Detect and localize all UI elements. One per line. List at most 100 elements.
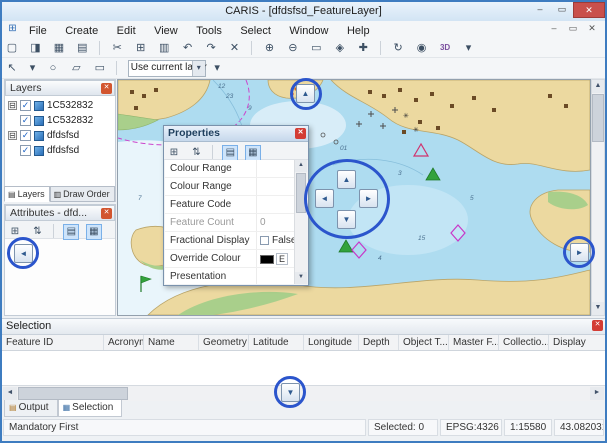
tab-layers[interactable]: ▤Layers xyxy=(4,186,50,202)
menu-window[interactable]: Window xyxy=(282,23,335,39)
property-row[interactable]: Feature Count 0 xyxy=(165,214,295,232)
zoom-in-icon[interactable]: ⊕ xyxy=(260,39,278,57)
properties-close-icon[interactable]: ✕ xyxy=(295,128,306,139)
view-extended-icon[interactable]: ▦ xyxy=(86,224,102,240)
open-icon[interactable]: ◨ xyxy=(26,39,44,57)
scroll-up-icon[interactable]: ▲ xyxy=(295,160,307,172)
sort-alpha-icon[interactable]: ⇅ xyxy=(29,224,45,240)
redo-icon[interactable]: ↷ xyxy=(202,39,220,57)
pan-icon[interactable]: ✚ xyxy=(354,39,372,57)
colour-swatch[interactable] xyxy=(260,255,274,264)
menu-view[interactable]: View xyxy=(147,23,185,39)
scroll-down-icon[interactable]: ▼ xyxy=(592,302,604,315)
title-bar[interactable]: CARIS - [dfdsfsd_FeatureLayer] – ▭ ✕ xyxy=(2,2,605,21)
layer-tree-row[interactable]: ✓ 1C532832 xyxy=(5,113,115,128)
layer-tree-row[interactable]: ✓ dfdsfsd xyxy=(5,143,115,158)
tab-output[interactable]: ▤Output xyxy=(4,400,58,417)
scroll-right-icon[interactable]: ► xyxy=(590,387,604,400)
layer-tree-row[interactable]: ⊟ ✓ 1C532832 xyxy=(5,98,115,113)
properties-dialog[interactable]: Properties ✕ ⊞ ⇅ ▤ ▦ Colour Range Colour… xyxy=(163,125,309,286)
layers-panel-header[interactable]: Layers ✕ xyxy=(5,80,115,96)
property-row[interactable]: Colour Range xyxy=(165,160,295,178)
column-header[interactable]: Object T... xyxy=(399,335,449,351)
menu-tools[interactable]: Tools xyxy=(189,23,229,39)
menu-edit[interactable]: Edit xyxy=(110,23,143,39)
property-row[interactable]: Feature Code xyxy=(165,196,295,214)
view-standard-icon[interactable]: ▤ xyxy=(63,224,79,240)
refresh-icon[interactable]: ↻ xyxy=(389,39,407,57)
paste-icon[interactable]: ▥ xyxy=(155,39,173,57)
select-rect-icon[interactable]: ▭ xyxy=(91,59,109,77)
tab-selection[interactable]: ▦Selection xyxy=(58,400,123,417)
copy-icon[interactable]: ⊞ xyxy=(132,39,150,57)
tab-draw-order[interactable]: ▥Draw Order xyxy=(50,186,115,202)
zoom-window-icon[interactable]: ▭ xyxy=(307,39,325,57)
menu-select[interactable]: Select xyxy=(233,23,278,39)
layer-checkbox[interactable]: ✓ xyxy=(20,115,31,126)
toolbar-options-icon[interactable]: ▾ xyxy=(211,59,223,77)
child-restore-button[interactable]: ▭ xyxy=(564,22,582,36)
undo-icon[interactable]: ↶ xyxy=(179,39,197,57)
horizontal-scroll-thumb[interactable] xyxy=(18,387,128,400)
column-header[interactable]: Latitude xyxy=(249,335,304,351)
collapse-icon[interactable]: ⊟ xyxy=(8,101,17,110)
zoom-out-icon[interactable]: ⊖ xyxy=(284,39,302,57)
status-epsg[interactable]: EPSG:4326 xyxy=(440,419,502,436)
column-header[interactable]: Longitude xyxy=(304,335,359,351)
sort-alpha-icon[interactable]: ⇅ xyxy=(188,145,204,161)
property-row[interactable]: Override Colour E xyxy=(165,250,295,268)
layer-checkbox[interactable]: ✓ xyxy=(20,130,31,141)
column-header[interactable]: Master F... xyxy=(449,335,499,351)
property-value[interactable]: E xyxy=(276,253,288,265)
vertical-scroll-thumb[interactable] xyxy=(592,94,604,142)
column-header[interactable]: Geometry xyxy=(199,335,249,351)
view-extended-icon[interactable]: ▦ xyxy=(245,145,261,161)
property-row[interactable]: Fractional Display False xyxy=(165,232,295,250)
window-close-button[interactable]: ✕ xyxy=(573,2,605,18)
select-lasso-icon[interactable]: ○ xyxy=(44,59,62,77)
categorized-icon[interactable]: ⊞ xyxy=(166,145,182,161)
north-arrow-icon[interactable]: ◉ xyxy=(413,39,431,57)
column-header[interactable]: Display xyxy=(549,335,605,351)
layer-checkbox[interactable]: ✓ xyxy=(20,100,31,111)
layer-combobox[interactable]: Use current layer ▾ xyxy=(128,60,206,77)
selection-panel-header[interactable]: Selection ✕ xyxy=(2,319,605,335)
column-header[interactable]: Collectio... xyxy=(499,335,549,351)
layer-tree-row[interactable]: ⊟ ✓ dfdsfsd xyxy=(5,128,115,143)
properties-dialog-header[interactable]: Properties ✕ xyxy=(164,126,308,142)
property-row[interactable]: Colour Range xyxy=(165,178,295,196)
column-header[interactable]: Feature ID xyxy=(2,335,104,351)
view-3d-icon[interactable]: 3D xyxy=(436,39,454,57)
window-maximize-button[interactable]: ▭ xyxy=(551,2,573,18)
window-minimize-button[interactable]: – xyxy=(529,2,551,18)
column-header[interactable]: Acronym xyxy=(104,335,144,351)
attributes-close-icon[interactable]: ✕ xyxy=(101,208,112,219)
scroll-down-icon[interactable]: ▼ xyxy=(295,272,307,284)
layer-checkbox[interactable]: ✓ xyxy=(20,145,31,156)
delete-icon[interactable]: ✕ xyxy=(226,39,244,57)
child-minimize-button[interactable]: – xyxy=(545,22,563,36)
new-icon[interactable]: ▢ xyxy=(3,39,21,57)
select-cursor-icon[interactable]: ↖ xyxy=(3,59,21,77)
scroll-left-icon[interactable]: ◄ xyxy=(3,387,17,400)
column-header[interactable]: Name xyxy=(144,335,199,351)
collapse-icon[interactable]: ⊟ xyxy=(8,131,17,140)
map-vertical-scrollbar[interactable]: ▲ ▼ xyxy=(591,79,605,316)
property-row[interactable]: Presentation xyxy=(165,268,295,284)
print-icon[interactable]: ▤ xyxy=(73,39,91,57)
attributes-panel-header[interactable]: Attributes - dfd... ✕ xyxy=(5,205,115,221)
menu-file[interactable]: File xyxy=(22,23,54,39)
save-icon[interactable]: ▦ xyxy=(50,39,68,57)
menu-create[interactable]: Create xyxy=(58,23,105,39)
menu-help[interactable]: Help xyxy=(340,23,377,39)
select-polygon-icon[interactable]: ▱ xyxy=(67,59,85,77)
toolbar-more-icon[interactable]: ▾ xyxy=(460,39,478,57)
properties-scrollbar[interactable]: ▲ ▼ xyxy=(294,160,307,284)
zoom-extent-icon[interactable]: ◈ xyxy=(331,39,349,57)
column-header[interactable]: Depth xyxy=(359,335,399,351)
selection-close-icon[interactable]: ✕ xyxy=(592,320,603,331)
layers-close-icon[interactable]: ✕ xyxy=(101,83,112,94)
chevron-down-icon[interactable]: ▾ xyxy=(192,61,205,76)
scroll-up-icon[interactable]: ▲ xyxy=(592,80,604,93)
status-scale[interactable]: 1:15580 xyxy=(504,419,552,436)
